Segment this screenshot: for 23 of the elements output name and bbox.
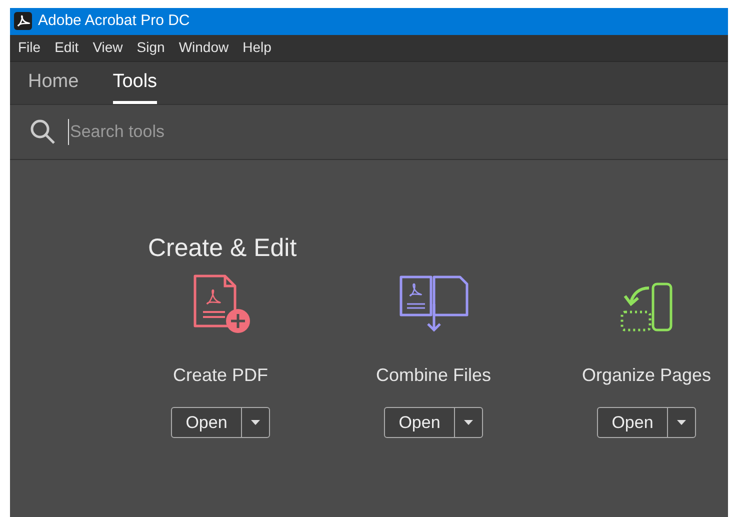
open-button[interactable]: Open	[384, 408, 454, 437]
organize-pages-icon	[618, 282, 674, 334]
menu-item[interactable]: Help	[242, 37, 272, 58]
menu-item[interactable]: Edit	[54, 37, 79, 58]
section-heading: Create & Edit	[148, 233, 298, 264]
search-icon	[30, 119, 56, 146]
search-field[interactable]: Search tools	[68, 119, 368, 145]
caret-icon	[677, 420, 686, 425]
menu-item[interactable]: Sign	[136, 37, 165, 58]
tool-label: Create PDF	[172, 364, 268, 387]
tab[interactable]: Home	[28, 62, 79, 104]
menu-item[interactable]: Window	[178, 37, 229, 58]
menu-item[interactable]: File	[18, 37, 41, 58]
caret-icon	[464, 420, 474, 425]
menu-item[interactable]: View	[92, 37, 123, 58]
combine-documents-icon	[398, 274, 470, 334]
tool-label: Combine Files	[376, 364, 492, 387]
open-button[interactable]: Open	[598, 408, 668, 437]
tool-label: Organize Pages	[582, 364, 712, 387]
open-button[interactable]: Open	[172, 408, 242, 437]
caret-icon	[251, 420, 260, 425]
window-title: Adobe Acrobat Pro DC	[38, 11, 190, 32]
app-logo-icon	[14, 12, 32, 30]
